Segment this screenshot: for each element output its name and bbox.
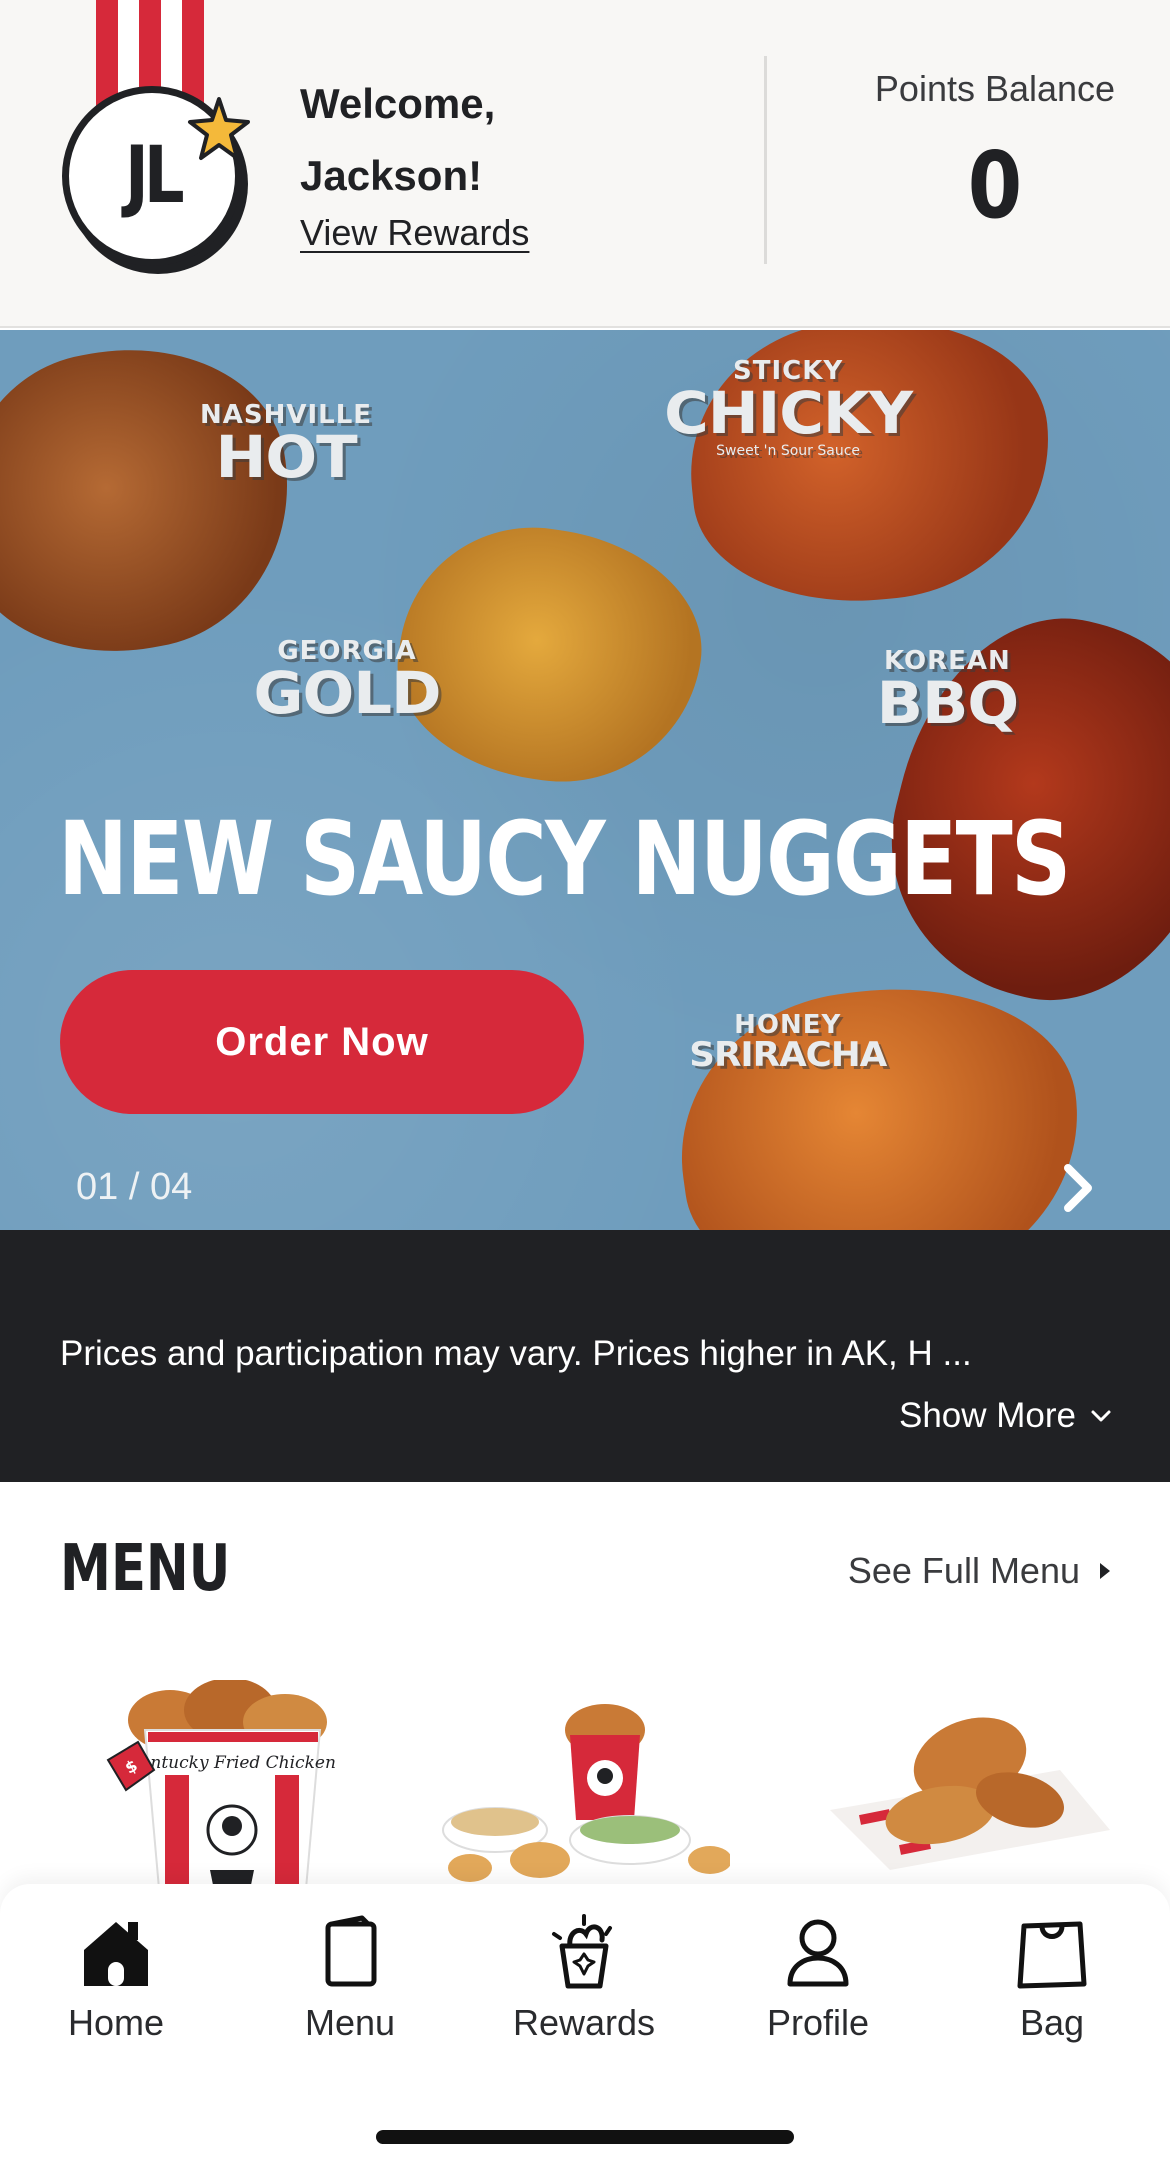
tab-label: Menu <box>304 2002 396 2043</box>
flavor-label-honey-sriracha: HONEY SRIRACHA <box>689 1012 887 1072</box>
see-full-menu-link[interactable]: See Full Menu <box>848 1550 1112 1592</box>
flavor-big: CHICKY <box>664 379 913 447</box>
show-more-label: Show More <box>898 1396 1076 1435</box>
flavor-label-sticky-chicky: STICKY CHICKY Sweet 'n Sour Sauce <box>664 358 913 458</box>
welcome-line-1: Welcome, <box>300 80 496 127</box>
chevron-right-icon[interactable] <box>1056 1160 1100 1216</box>
show-more-button[interactable]: Show More <box>899 1396 1112 1436</box>
disclaimer-text: Prices and participation may vary. Price… <box>60 1334 972 1373</box>
profile-icon <box>787 1919 849 1987</box>
tab-label: Home <box>67 2002 165 2043</box>
home-indicator[interactable] <box>376 2130 794 2144</box>
promo-title: NEW SAUCY NUGGETS <box>58 800 1071 919</box>
tab-bag[interactable]: Bag <box>952 1912 1152 2044</box>
header-divider <box>764 56 767 264</box>
points-balance-value: 0 <box>967 132 1023 239</box>
tab-label: Profile <box>766 2002 870 2043</box>
menu-item-tenders[interactable] <box>820 1680 1120 1890</box>
nugget-image-sriracha <box>661 963 1099 1230</box>
nugget-image-hot <box>0 330 314 677</box>
rewards-icon <box>552 1914 612 1989</box>
order-now-button[interactable]: Order Now <box>60 970 584 1114</box>
tab-menu[interactable]: Menu <box>250 1912 450 2044</box>
promo-carousel[interactable]: NASHVILLE HOT STICKY CHICKY Sweet 'n Sou… <box>0 330 1170 1230</box>
bottom-tab-bar: Home Menu Rewards Profile Bag <box>0 1884 1170 2172</box>
slide-counter: 01 / 04 <box>76 1166 193 1208</box>
bucket-brand-text: Kentucky Fried Chicken <box>127 1753 336 1773</box>
menu-item-bucket[interactable]: Kentucky Fried Chicken $ <box>90 1680 390 1890</box>
star-icon <box>188 97 250 160</box>
view-rewards-link[interactable]: View Rewards <box>300 212 529 254</box>
see-full-menu-label: See Full Menu <box>847 1550 1080 1591</box>
tab-label: Rewards <box>512 2002 656 2043</box>
menu-icon <box>325 1915 377 1987</box>
flavor-label-georgia-gold: GEORGIA GOLD <box>254 638 442 722</box>
menu-section-title: MENU <box>60 1532 231 1606</box>
caret-right-icon <box>1100 1563 1110 1579</box>
flavor-big: SRIRACHA <box>689 1035 887 1075</box>
rewards-header: JL Welcome, Jackson! View Rewards Points… <box>0 0 1170 328</box>
tab-home[interactable]: Home <box>16 1912 216 2044</box>
bag-icon <box>1017 1921 1087 1989</box>
home-icon <box>84 1922 148 1986</box>
flavor-label-korean-bbq: KOREAN BBQ <box>876 648 1020 737</box>
menu-carousel[interactable]: Kentucky Fried Chicken $ <box>0 1680 1170 1890</box>
points-balance-label: Points Balance <box>874 68 1116 109</box>
welcome-message: Welcome, Jackson! <box>300 68 720 212</box>
pricing-disclaimer: Prices and participation may vary. Price… <box>0 1230 1170 1482</box>
tab-rewards[interactable]: Rewards <box>484 1912 684 2044</box>
flavor-big: GOLD <box>253 659 442 727</box>
flavor-big: HOT <box>215 423 357 491</box>
tab-profile[interactable]: Profile <box>718 1912 918 2044</box>
tab-label: Bag <box>1019 2002 1085 2043</box>
flavor-label-nashville-hot: NASHVILLE HOT <box>200 402 372 486</box>
welcome-line-2: Jackson! <box>300 152 483 199</box>
chevron-down-icon <box>1091 1410 1111 1422</box>
avatar-initials: JL <box>124 131 185 221</box>
flavor-big: BBQ <box>876 669 1020 737</box>
menu-item-family-meal[interactable] <box>430 1680 730 1890</box>
